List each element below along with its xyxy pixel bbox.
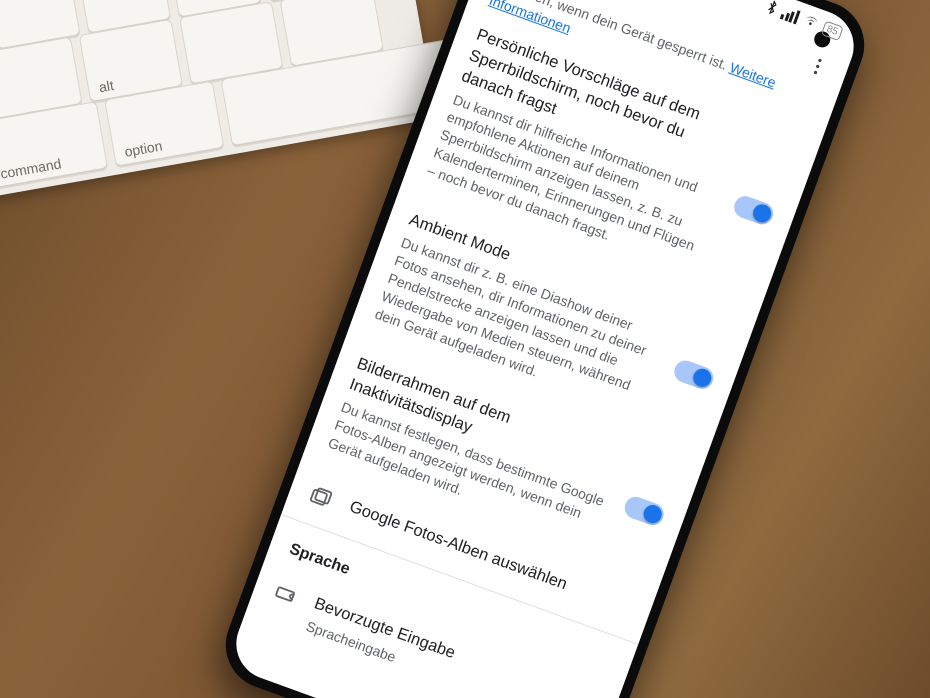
photo-scene: alt command option 11:36 (0, 0, 930, 698)
physical-keyboard: alt command option (0, 0, 436, 198)
bluetooth-icon (765, 0, 780, 18)
wifi-icon (801, 11, 821, 33)
toggle-switch[interactable] (731, 193, 776, 227)
cell-signal-icon (780, 6, 800, 25)
battery-indicator: 85 (821, 20, 844, 41)
input-icon (269, 580, 299, 614)
toggle-switch[interactable] (671, 358, 716, 392)
photos-icon (304, 483, 334, 517)
toggle-switch[interactable] (622, 494, 667, 528)
